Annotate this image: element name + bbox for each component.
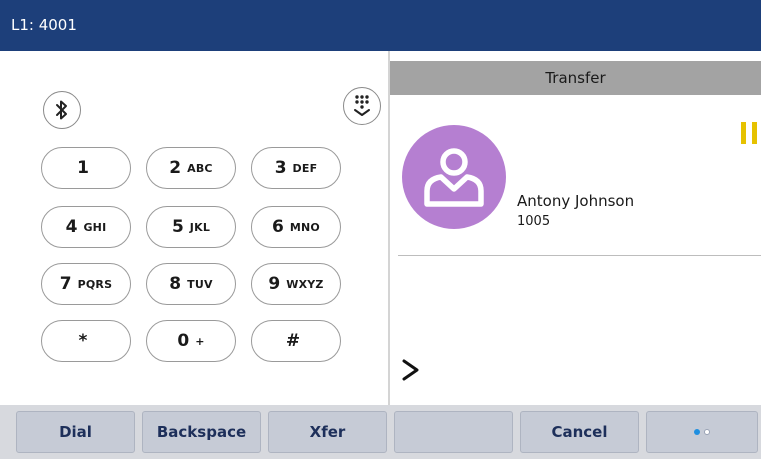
key-7[interactable]: 7 PQRS bbox=[41, 263, 131, 305]
key-9[interactable]: 9 WXYZ bbox=[251, 263, 341, 305]
key-digit: 3 bbox=[274, 158, 287, 178]
key-digit: 5 bbox=[171, 217, 184, 237]
key-1[interactable]: 1 bbox=[41, 147, 131, 189]
key-letters: TUV bbox=[187, 277, 213, 291]
bluetooth-button[interactable] bbox=[43, 91, 81, 129]
key-letters: + bbox=[195, 334, 205, 348]
page-dot bbox=[704, 429, 710, 435]
contact-number: 1005 bbox=[517, 214, 551, 229]
key-2[interactable]: 2 ABC bbox=[146, 147, 236, 189]
key-digit: * bbox=[78, 331, 88, 351]
key-3[interactable]: 3 DEF bbox=[251, 147, 341, 189]
key-digit: 8 bbox=[169, 274, 182, 294]
key-letters: WXYZ bbox=[286, 277, 324, 291]
xfer-softkey[interactable]: Xfer bbox=[268, 411, 387, 453]
key-8[interactable]: 8 TUV bbox=[146, 263, 236, 305]
key-digit: 9 bbox=[268, 274, 281, 294]
hide-keypad-button[interactable] bbox=[343, 87, 381, 125]
key-6[interactable]: 6 MNO bbox=[251, 206, 341, 248]
key-hash[interactable]: # bbox=[251, 320, 341, 362]
key-digit: 0 bbox=[177, 331, 190, 351]
key-digit: 4 bbox=[65, 217, 78, 237]
key-5[interactable]: 5 JKL bbox=[146, 206, 236, 248]
key-letters: DEF bbox=[292, 161, 318, 175]
key-digit: 1 bbox=[77, 158, 89, 178]
hold-icon bbox=[741, 122, 757, 144]
key-letters: JKL bbox=[189, 220, 211, 234]
line-label: L1: 4001 bbox=[11, 16, 77, 34]
chevron-right-icon[interactable] bbox=[400, 357, 422, 383]
key-4[interactable]: 4 GHI bbox=[41, 206, 131, 248]
softkey-label: Dial bbox=[59, 423, 92, 441]
user-icon bbox=[424, 148, 484, 207]
bluetooth-icon bbox=[56, 100, 67, 120]
empty-softkey[interactable] bbox=[394, 411, 513, 453]
title-bar: L1: 4001 bbox=[0, 0, 761, 51]
transfer-title: Transfer bbox=[545, 69, 606, 87]
key-letters: GHI bbox=[83, 220, 107, 234]
key-digit: 7 bbox=[59, 274, 72, 294]
key-0[interactable]: 0 + bbox=[146, 320, 236, 362]
key-digit: 2 bbox=[169, 158, 182, 178]
key-digit: # bbox=[285, 331, 301, 351]
page-dot-active bbox=[694, 429, 700, 435]
dial-softkey[interactable]: Dial bbox=[16, 411, 135, 453]
softkey-label: Xfer bbox=[309, 423, 346, 441]
contact-name: Antony Johnson bbox=[517, 192, 635, 210]
transfer-header: Transfer bbox=[390, 61, 761, 95]
panel-divider bbox=[388, 51, 390, 405]
contact-avatar bbox=[402, 125, 506, 229]
key-letters: PQRS bbox=[77, 277, 113, 291]
key-digit: 6 bbox=[272, 217, 284, 237]
call-divider bbox=[398, 255, 761, 256]
softkey-label: Backspace bbox=[156, 423, 247, 441]
key-letters: MNO bbox=[289, 220, 320, 234]
softkey-label: Cancel bbox=[551, 423, 608, 441]
backspace-softkey[interactable]: Backspace bbox=[142, 411, 261, 453]
cancel-softkey[interactable]: Cancel bbox=[520, 411, 639, 453]
key-letters: ABC bbox=[187, 161, 213, 175]
more-softkey[interactable] bbox=[646, 411, 758, 453]
key-star[interactable]: * bbox=[41, 320, 131, 362]
keypad-collapse-icon bbox=[354, 95, 370, 116]
